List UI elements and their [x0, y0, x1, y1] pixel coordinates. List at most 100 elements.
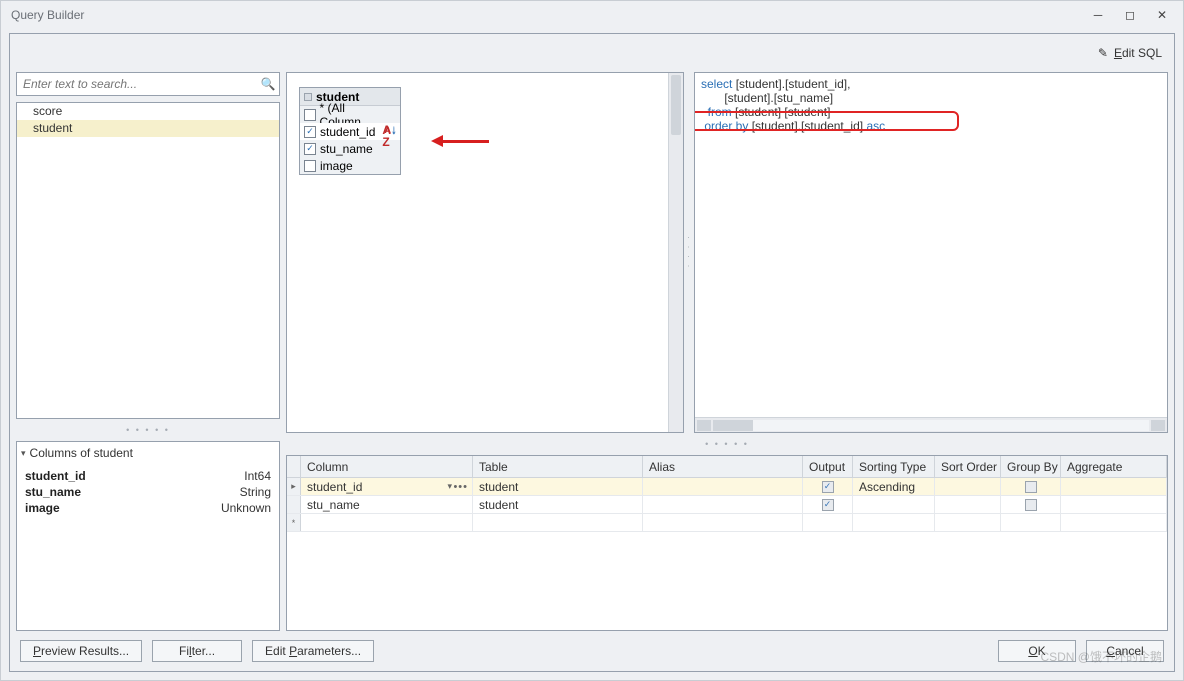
grid-header-column[interactable]: Column	[301, 456, 473, 477]
window-buttons: ─ ◻ ✕	[1091, 8, 1177, 22]
diagram-column-studentid[interactable]: ✓ student_id A↓Z A↓	[300, 123, 400, 140]
column-info-row: stu_nameString	[25, 484, 271, 500]
cell-column[interactable]: student_id▾•••	[301, 478, 473, 495]
diagram-column-label: stu_name	[320, 142, 373, 156]
checkbox[interactable]	[304, 160, 316, 172]
diagram-column-stuname[interactable]: ✓ stu_name	[300, 140, 400, 157]
ellipsis-icon[interactable]: •••	[453, 481, 468, 493]
top-toolbar: ✎ Edit SQL	[16, 40, 1168, 66]
checkbox[interactable]: ✓	[304, 126, 316, 138]
edit-parameters-button[interactable]: Edit Parameters...	[252, 640, 374, 662]
pencil-icon: ✎	[1098, 46, 1108, 60]
sql-pane: select [student].[student_id], [student]…	[694, 72, 1168, 433]
scroll-right-icon[interactable]	[1151, 420, 1165, 431]
diagram-canvas[interactable]: student * (All Column... ✓ student_id A↓…	[286, 72, 684, 433]
column-info-row: student_idInt64	[25, 468, 271, 484]
work-area: 🔍 score student • • • • • ▾ Columns of s…	[16, 72, 1168, 631]
collapse-icon[interactable]: ▾	[21, 448, 26, 459]
grid-header-groupby[interactable]: Group By	[1001, 456, 1061, 477]
preview-results-button[interactable]: Preview Results...	[20, 640, 142, 662]
checkbox[interactable]: ✓	[822, 499, 834, 511]
grid-header-alias[interactable]: Alias	[643, 456, 803, 477]
left-column: 🔍 score student • • • • • ▾ Columns of s…	[16, 72, 280, 631]
dropdown-icon[interactable]: ▾	[447, 481, 452, 492]
grid-corner	[287, 456, 301, 477]
grid-header-sortorder[interactable]: Sort Order	[935, 456, 1001, 477]
grid-header: Column Table Alias Output Sorting Type S…	[287, 456, 1167, 478]
canvas-scrollbar[interactable]	[668, 73, 683, 432]
query-builder-window: Query Builder ─ ◻ ✕ ✎ Edit SQL 🔍 score	[0, 0, 1184, 681]
cell-table[interactable]: student	[473, 496, 643, 513]
new-row-icon: *	[287, 514, 301, 531]
row-indicator-icon	[287, 496, 301, 513]
table-item-student[interactable]: student	[17, 120, 279, 137]
window-title: Query Builder	[7, 8, 1091, 22]
main-area: student * (All Column... ✓ student_id A↓…	[286, 72, 1168, 631]
annotation-arrow	[431, 135, 489, 147]
edit-sql-label: Edit SQL	[1114, 46, 1162, 60]
bottom-button-row: Preview Results... Filter... Edit Parame…	[16, 637, 1168, 665]
columns-panel: ▾ Columns of student student_idInt64 stu…	[16, 441, 280, 631]
diagram-column-label: image	[320, 159, 353, 173]
minimize-button[interactable]: ─	[1091, 8, 1105, 22]
cell-aggregate[interactable]	[1061, 496, 1167, 513]
diagram-column-label: student_id	[320, 125, 375, 139]
horizontal-splitter[interactable]: • • • • •	[286, 439, 1168, 449]
grid-row[interactable]: ▸ student_id▾••• student ✓ Ascending	[287, 478, 1167, 496]
cell-output[interactable]: ✓	[803, 496, 853, 513]
close-button[interactable]: ✕	[1155, 8, 1169, 22]
sql-hscrollbar[interactable]	[695, 417, 1167, 432]
cancel-button[interactable]: Cancel	[1086, 640, 1164, 662]
grid-row[interactable]: stu_name student ✓	[287, 496, 1167, 514]
columns-panel-title: Columns of student	[30, 446, 133, 460]
grid-body: ▸ student_id▾••• student ✓ Ascending	[287, 478, 1167, 630]
cell-table[interactable]: student	[473, 478, 643, 495]
vertical-splitter[interactable]: · · · ·	[684, 72, 694, 433]
checkbox[interactable]: ✓	[304, 143, 316, 155]
table-item-score[interactable]: score	[17, 103, 279, 120]
cell-column[interactable]: stu_name	[301, 496, 473, 513]
scroll-thumb[interactable]	[713, 420, 753, 431]
ok-button[interactable]: OK	[998, 640, 1076, 662]
sql-text[interactable]: select [student].[student_id], [student]…	[695, 73, 1167, 417]
cell-sortorder[interactable]	[935, 478, 1001, 495]
column-info-row: imageUnknown	[25, 500, 271, 516]
cell-sortingtype[interactable]	[853, 496, 935, 513]
scroll-left-icon[interactable]	[697, 420, 711, 431]
cell-alias[interactable]	[643, 496, 803, 513]
cell-groupby[interactable]	[1001, 478, 1061, 495]
checkbox[interactable]: ✓	[822, 481, 834, 493]
cell-output[interactable]: ✓	[803, 478, 853, 495]
search-box[interactable]: 🔍	[16, 72, 280, 96]
cell-alias[interactable]	[643, 478, 803, 495]
upper-row: student * (All Column... ✓ student_id A↓…	[286, 72, 1168, 433]
cell-aggregate[interactable]	[1061, 478, 1167, 495]
search-input[interactable]	[17, 77, 257, 91]
horizontal-splitter[interactable]: • • • • •	[16, 425, 280, 435]
tables-list[interactable]: score student	[16, 102, 280, 419]
sort-asc-icon: A↓	[385, 124, 398, 136]
diagram-column-image[interactable]: image	[300, 157, 400, 174]
annotation-highlight	[695, 111, 959, 131]
grid-header-sortingtype[interactable]: Sorting Type	[853, 456, 935, 477]
search-icon[interactable]: 🔍	[257, 77, 279, 91]
grid-new-row[interactable]: *	[287, 514, 1167, 532]
cell-sortingtype[interactable]: Ascending	[853, 478, 935, 495]
checkbox[interactable]	[304, 109, 316, 121]
columns-panel-header[interactable]: ▾ Columns of student	[17, 442, 279, 464]
cell-groupby[interactable]	[1001, 496, 1061, 513]
checkbox[interactable]	[1025, 481, 1037, 493]
diagram-column-all[interactable]: * (All Column...	[300, 106, 400, 123]
criteria-grid[interactable]: Column Table Alias Output Sorting Type S…	[286, 455, 1168, 631]
checkbox[interactable]	[1025, 499, 1037, 511]
row-indicator-icon: ▸	[287, 478, 301, 495]
grid-header-aggregate[interactable]: Aggregate	[1061, 456, 1167, 477]
maximize-button[interactable]: ◻	[1123, 8, 1137, 22]
filter-button[interactable]: Filter...	[152, 640, 242, 662]
grid-header-output[interactable]: Output	[803, 456, 853, 477]
titlebar: Query Builder ─ ◻ ✕	[1, 1, 1183, 29]
cell-sortorder[interactable]	[935, 496, 1001, 513]
diagram-table-student[interactable]: student * (All Column... ✓ student_id A↓…	[299, 87, 401, 175]
edit-sql-link[interactable]: ✎ Edit SQL	[1098, 46, 1162, 60]
grid-header-table[interactable]: Table	[473, 456, 643, 477]
